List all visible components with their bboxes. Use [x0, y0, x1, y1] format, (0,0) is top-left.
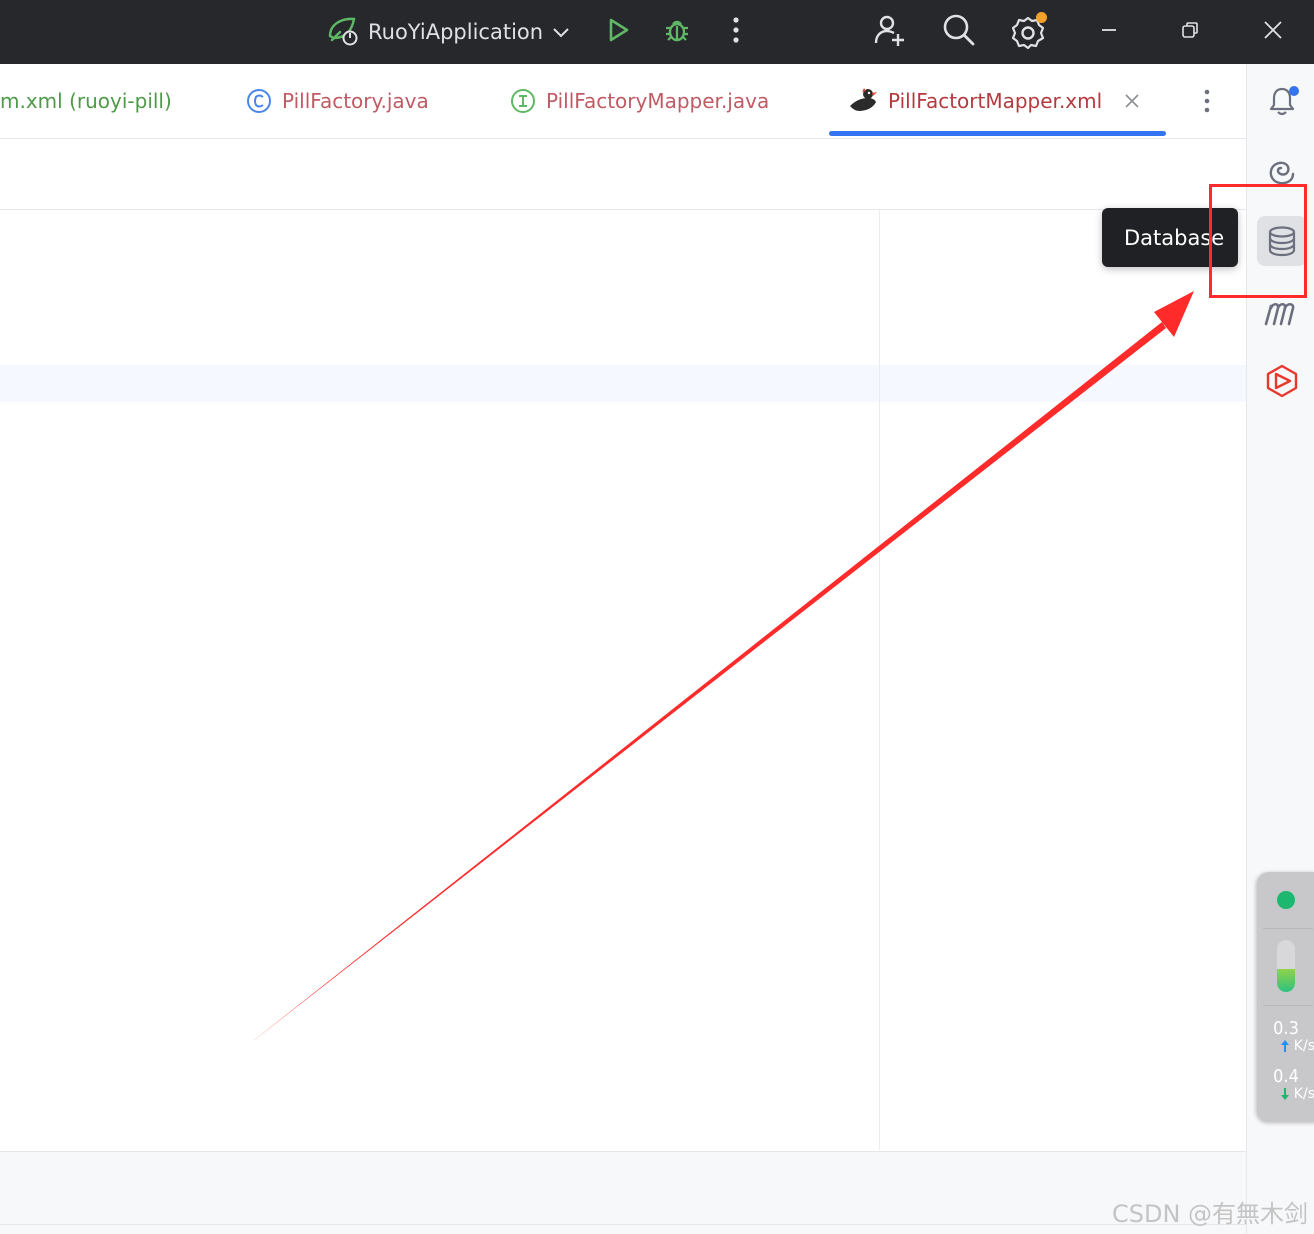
minimize-window-button[interactable]: [1089, 12, 1129, 52]
code-with-me-button[interactable]: [870, 12, 910, 52]
status-bar: [0, 1151, 1246, 1224]
tab-list-more-button[interactable]: [1202, 64, 1212, 138]
restore-icon: [1180, 20, 1200, 44]
tab-pill-factory-java[interactable]: PillFactory.java: [246, 64, 429, 138]
download-rate: 0.4: [1273, 1066, 1299, 1087]
code-editor[interactable]: [0, 210, 1246, 1150]
upload-arrow-icon: [1280, 1039, 1290, 1053]
class-icon: [246, 88, 272, 114]
tab-label: PillFactortMapper.xml: [888, 89, 1103, 113]
more-vertical-icon: [731, 16, 741, 48]
right-margin-guide: [879, 210, 880, 1150]
notifications-button[interactable]: [1257, 76, 1307, 126]
plugin-icon: [1264, 363, 1300, 399]
settings-icon: [1011, 12, 1047, 49]
close-tab-button[interactable]: [1124, 93, 1140, 109]
notifications-icon: [1265, 84, 1299, 118]
tab-pom-xml[interactable]: m.xml (ruoyi-pill): [0, 64, 172, 138]
upload-unit: K/s: [1293, 1038, 1314, 1054]
close-window-button[interactable]: [1253, 12, 1293, 52]
run-button[interactable]: [598, 12, 638, 52]
maven-icon: [1263, 294, 1301, 328]
tab-label: PillFactoryMapper.java: [546, 89, 770, 113]
notification-badge: [1289, 86, 1299, 96]
annotation-highlight-box: [1209, 184, 1307, 298]
run-configuration-label: RuoYiApplication: [368, 20, 544, 44]
restore-window-button[interactable]: [1170, 12, 1210, 52]
upload-rate: 0.3: [1273, 1018, 1299, 1039]
close-icon: [1262, 19, 1284, 45]
more-actions-button[interactable]: [716, 12, 756, 52]
editor-breadcrumb-strip: [0, 139, 1246, 210]
close-icon: [1124, 93, 1140, 109]
search-everywhere-button[interactable]: [939, 12, 979, 52]
usage-meter-fill: [1277, 968, 1295, 992]
chevron-down-icon: [551, 22, 571, 42]
download-arrow-icon: [1280, 1087, 1290, 1101]
download-unit-row: K/s: [1267, 1086, 1314, 1102]
status-dot: [1277, 891, 1295, 909]
update-badge: [1036, 12, 1047, 23]
mybatis-bird-icon: [848, 86, 878, 116]
more-vertical-icon: [1202, 88, 1212, 114]
tab-label: PillFactory.java: [282, 89, 429, 113]
watermark: CSDN @有無木剑: [1112, 1200, 1309, 1228]
editor-tab-bar: m.xml (ruoyi-pill) PillFactory.java Pill…: [0, 64, 1246, 139]
tab-label: m.xml (ruoyi-pill): [0, 89, 172, 113]
divider: [1263, 1005, 1313, 1006]
spring-boot-icon: [326, 12, 362, 52]
download-unit: K/s: [1293, 1086, 1314, 1102]
debug-button[interactable]: [657, 12, 697, 52]
run-icon: [604, 16, 632, 48]
network-speed-monitor[interactable]: 0.3 K/s 0.4 K/s: [1257, 872, 1314, 1122]
run-configuration-selector[interactable]: RuoYiApplication: [326, 12, 571, 52]
minimize-icon: [1099, 20, 1119, 44]
search-icon: [942, 13, 976, 51]
settings-button[interactable]: [1008, 12, 1048, 52]
tab-pill-factort-mapper-xml[interactable]: PillFactortMapper.xml: [848, 64, 1140, 138]
caret-line-highlight: [0, 365, 1246, 402]
interface-icon: [510, 88, 536, 114]
ai-assistant-icon: [1265, 154, 1299, 188]
debug-icon: [662, 15, 692, 49]
upload-unit-row: K/s: [1267, 1038, 1314, 1054]
add-user-icon: [873, 13, 907, 51]
tab-pill-factory-mapper-java[interactable]: PillFactoryMapper.java: [510, 64, 769, 138]
divider: [1263, 928, 1313, 929]
active-tab-indicator: [829, 131, 1166, 136]
title-bar: RuoYiApplication: [0, 0, 1314, 64]
usage-meter: [1277, 940, 1295, 992]
plugin-tool-button[interactable]: [1257, 356, 1307, 406]
